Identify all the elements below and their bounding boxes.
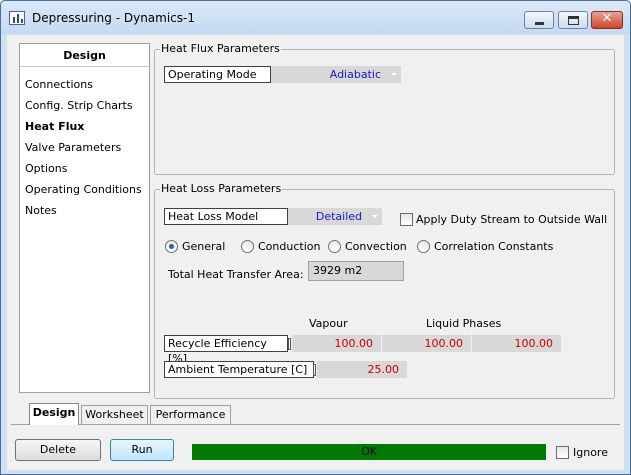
apply-duty-label: Apply Duty Stream to Outside Wall [416, 213, 608, 226]
close-button[interactable]: ✕ [591, 11, 623, 29]
recycle-efficiency-vapour[interactable]: 100.00 [292, 335, 381, 352]
ignore-checkbox[interactable] [556, 446, 569, 459]
heat-flux-group: Heat Flux Parameters Operating Mode Adia… [154, 42, 615, 175]
recycle-efficiency-liquid-2[interactable]: 100.00 [472, 335, 561, 352]
heat-loss-model-value: Detailed [315, 210, 362, 223]
heat-loss-group-title: Heat Loss Parameters [160, 182, 283, 195]
operating-mode-value: Adiabatic [329, 68, 381, 81]
radio-correlation-constants[interactable] [417, 240, 430, 253]
window-title: Depressuring - Dynamics-1 [32, 11, 195, 25]
ambient-temperature-slider-handle[interactable] [313, 364, 316, 376]
ambient-temperature-value[interactable]: 25.00 [317, 361, 407, 378]
nav-item-operating-conditions[interactable]: Operating Conditions [25, 183, 142, 196]
close-icon: ✕ [601, 11, 613, 26]
heat-loss-model-label: Heat Loss Model [164, 208, 288, 225]
ambient-temperature-label: Ambient Temperature [C] [164, 361, 314, 378]
column-header-liquid-phases: Liquid Phases [426, 317, 502, 330]
chevron-down-icon [391, 73, 397, 76]
nav-item-valve-parameters[interactable]: Valve Parameters [25, 141, 121, 154]
nav-item-connections[interactable]: Connections [25, 78, 93, 91]
ignore-label: Ignore [573, 446, 608, 459]
minimize-icon [535, 22, 544, 25]
radio-convection-label: Convection [345, 240, 407, 253]
delete-button[interactable]: Delete [15, 439, 101, 461]
app-icon [9, 11, 25, 25]
radio-general-label: General [182, 240, 226, 253]
title-bar[interactable]: Depressuring - Dynamics-1 ✕ [1, 1, 630, 34]
total-heat-transfer-area-value: 3929 m2 [308, 261, 404, 281]
heat-flux-group-title: Heat Flux Parameters [160, 42, 281, 55]
nav-header: Design [20, 44, 149, 67]
tab-design[interactable]: Design [29, 403, 79, 425]
nav-item-options[interactable]: Options [25, 162, 67, 175]
nav-item-heat-flux[interactable]: Heat Flux [25, 120, 84, 133]
radio-correlation-constants-label: Correlation Constants [434, 240, 554, 253]
radio-general[interactable] [165, 240, 178, 253]
run-button[interactable]: Run [110, 439, 174, 461]
tab-performance[interactable]: Performance [150, 405, 231, 424]
operating-mode-dropdown[interactable]: Adiabatic [271, 66, 401, 83]
window-client-area: Design Connections Config. Strip Charts … [7, 35, 624, 470]
nav-item-config-strip-charts[interactable]: Config. Strip Charts [25, 99, 133, 112]
maximize-icon [568, 16, 579, 25]
status-bar: OK [192, 444, 546, 460]
nav-item-notes[interactable]: Notes [25, 204, 57, 217]
heat-loss-model-dropdown[interactable]: Detailed [288, 208, 382, 225]
recycle-efficiency-label: Recycle Efficiency [%] [164, 335, 288, 365]
tab-worksheet[interactable]: Worksheet [81, 405, 148, 424]
radio-conduction-label: Conduction [258, 240, 321, 253]
operating-mode-label: Operating Mode [164, 66, 271, 83]
maximize-button[interactable] [558, 11, 588, 29]
recycle-efficiency-liquid-1[interactable]: 100.00 [382, 335, 471, 352]
heat-loss-group: Heat Loss Parameters Heat Loss Model Det… [154, 182, 615, 399]
apply-duty-checkbox[interactable] [400, 213, 413, 226]
radio-convection[interactable] [328, 240, 341, 253]
total-heat-transfer-area-label: Total Heat Transfer Area: [168, 268, 304, 281]
tab-strip-line [11, 424, 620, 425]
column-header-vapour: Vapour [309, 317, 348, 330]
recycle-efficiency-slider-handle[interactable] [288, 338, 291, 350]
radio-conduction[interactable] [241, 240, 254, 253]
design-nav-list: Design Connections Config. Strip Charts … [19, 43, 150, 393]
minimize-button[interactable] [524, 11, 554, 29]
depressuring-window: Depressuring - Dynamics-1 ✕ Design Conne… [0, 0, 631, 475]
chevron-down-icon [372, 215, 378, 218]
